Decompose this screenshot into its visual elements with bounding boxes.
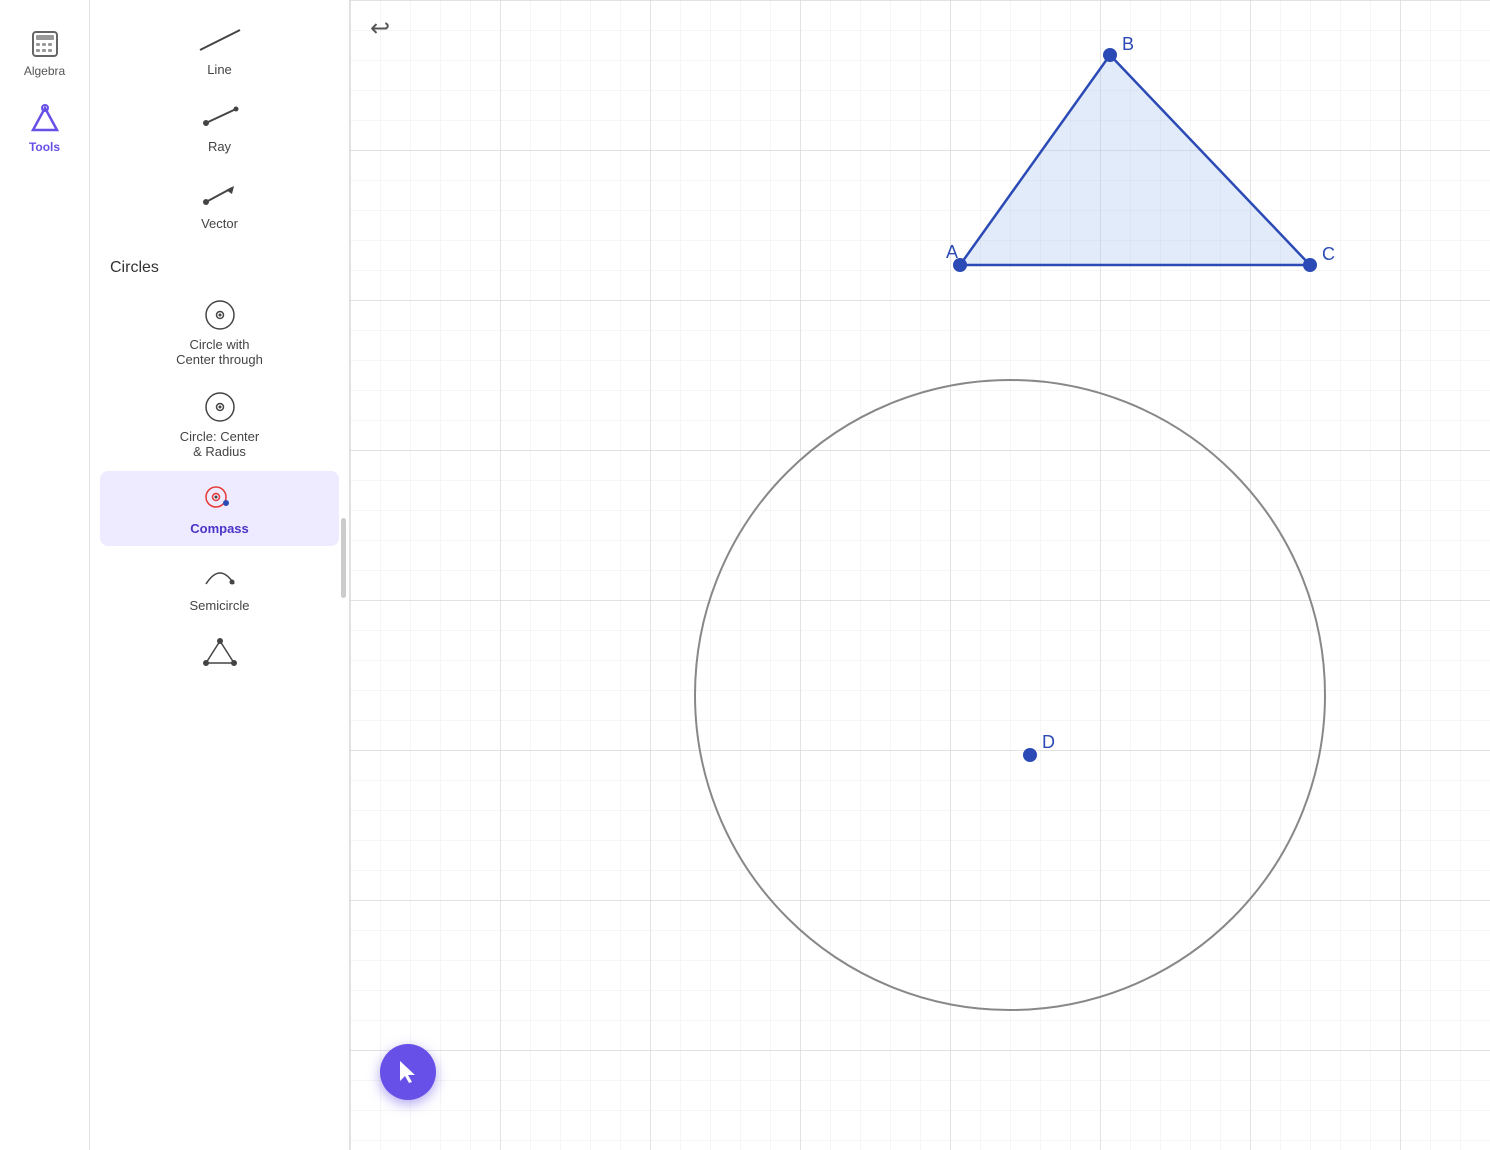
point-D — [1023, 748, 1037, 762]
sidebar-item-algebra[interactable]: Algebra — [5, 20, 85, 86]
tool-line[interactable]: Line — [100, 12, 339, 87]
tool-polygon-circle[interactable] — [100, 625, 339, 685]
polygon-circle-icon — [198, 635, 242, 671]
scroll-indicator — [341, 518, 346, 598]
vector-label: Vector — [201, 216, 238, 231]
point-C — [1303, 258, 1317, 272]
ray-label: Ray — [208, 139, 231, 154]
label-A: A — [946, 242, 958, 262]
vector-icon — [198, 176, 242, 212]
undo-button[interactable]: ↩ — [370, 14, 390, 43]
circle-center-through-label: Circle with Center through — [176, 337, 263, 367]
tools-icon — [29, 104, 61, 136]
line-icon — [198, 22, 242, 58]
circle-center-radius-icon — [198, 389, 242, 425]
label-C: C — [1322, 244, 1335, 264]
tool-vector[interactable]: Vector — [100, 166, 339, 241]
calculator-icon — [29, 28, 61, 60]
tools-panel: Line Ray Vector Circles — [90, 0, 350, 1150]
circle-center-radius-label: Circle: Center & Radius — [180, 429, 259, 459]
semicircle-icon — [198, 558, 242, 594]
tools-label: Tools — [29, 140, 60, 154]
tool-circle-center-through[interactable]: Circle with Center through — [100, 287, 339, 377]
compass-label: Compass — [190, 521, 249, 536]
label-B: B — [1122, 34, 1134, 54]
canvas-area[interactable]: ↩ B A C D — [350, 0, 1490, 1150]
line-label: Line — [207, 62, 232, 77]
circle-center-through-icon — [198, 297, 242, 333]
cursor-icon — [395, 1059, 421, 1085]
point-B — [1103, 48, 1117, 62]
cursor-fab[interactable] — [380, 1044, 436, 1100]
ray-icon — [198, 99, 242, 135]
canvas-svg: B A C D — [350, 0, 1490, 1150]
label-D: D — [1042, 732, 1055, 752]
sidebar-item-tools[interactable]: Tools — [5, 96, 85, 162]
tool-compass[interactable]: Compass — [100, 471, 339, 546]
algebra-label: Algebra — [24, 64, 65, 78]
compass-icon — [198, 481, 242, 517]
circles-section-header: Circles — [90, 243, 349, 285]
tool-circle-center-radius[interactable]: Circle: Center & Radius — [100, 379, 339, 469]
tool-ray[interactable]: Ray — [100, 89, 339, 164]
icon-bar: Algebra Tools — [0, 0, 90, 1150]
semicircle-label: Semicircle — [190, 598, 250, 613]
tool-semicircle[interactable]: Semicircle — [100, 548, 339, 623]
